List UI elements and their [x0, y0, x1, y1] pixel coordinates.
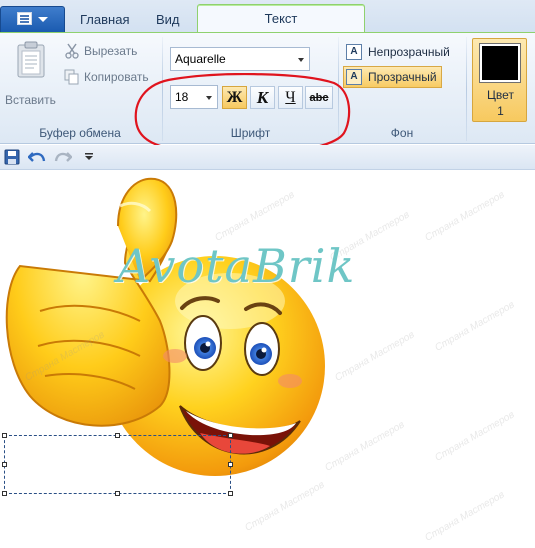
background-group-label: Фон: [390, 126, 414, 140]
paste-label: Вставить: [5, 93, 56, 107]
font-family-select[interactable]: Aquarelle: [170, 47, 310, 71]
red-highlight-ellipse: [134, 73, 351, 155]
opaque-text-icon: A: [346, 44, 362, 60]
ribbon-tab-strip: Главная Вид Текст: [0, 0, 535, 33]
brand-watermark-text: AvotaBrik: [117, 239, 356, 293]
resize-handle-top-left[interactable]: [2, 433, 7, 438]
clipboard-icon: [17, 41, 45, 78]
opaque-label: Непрозрачный: [368, 45, 450, 59]
ribbon-panel: Вставить Вырезать Копировать Буфер обмен…: [0, 32, 535, 155]
resize-handle-right[interactable]: [228, 462, 233, 467]
chevron-down-icon: [298, 58, 304, 62]
transparent-background-button[interactable]: A Прозрачный: [343, 66, 442, 88]
paint-canvas[interactable]: Страна Мастеров Страна Мастеров Страна М…: [0, 171, 535, 548]
color-swatch: [479, 43, 521, 83]
tab-view[interactable]: Вид: [156, 8, 180, 32]
transparent-label: Прозрачный: [368, 70, 437, 84]
cut-button[interactable]: Вырезать: [64, 41, 137, 61]
tab-home[interactable]: Главная: [80, 8, 129, 32]
paste-button[interactable]: Вставить: [2, 39, 57, 109]
app-menu-button[interactable]: [0, 6, 65, 32]
chevron-down-icon: [38, 17, 48, 22]
opaque-background-button[interactable]: A Непрозрачный: [343, 41, 455, 63]
color-label: Цвет: [487, 88, 514, 102]
resize-handle-top-right[interactable]: [228, 433, 233, 438]
quick-access-toolbar: [0, 145, 535, 170]
text-selection-box[interactable]: [4, 435, 231, 494]
tab-text[interactable]: Текст: [197, 4, 365, 33]
group-separator: [466, 37, 467, 141]
copy-icon: [64, 69, 79, 85]
resize-handle-top[interactable]: [115, 433, 120, 438]
resize-handle-bottom-right[interactable]: [228, 491, 233, 496]
document-icon: [17, 12, 32, 25]
customize-toolbar-icon[interactable]: [84, 153, 94, 161]
undo-icon[interactable]: [28, 149, 46, 165]
cut-label: Вырезать: [84, 44, 138, 58]
resize-handle-left[interactable]: [2, 462, 7, 467]
redo-icon[interactable]: [54, 149, 72, 165]
resize-handle-bottom[interactable]: [115, 491, 120, 496]
color-1-button[interactable]: Цвет 1: [472, 38, 527, 122]
font-family-value: Aquarelle: [175, 52, 226, 66]
scissors-icon: [65, 43, 79, 59]
resize-handle-bottom-left[interactable]: [2, 491, 7, 496]
color-number: 1: [497, 104, 504, 118]
save-icon[interactable]: [4, 149, 20, 165]
